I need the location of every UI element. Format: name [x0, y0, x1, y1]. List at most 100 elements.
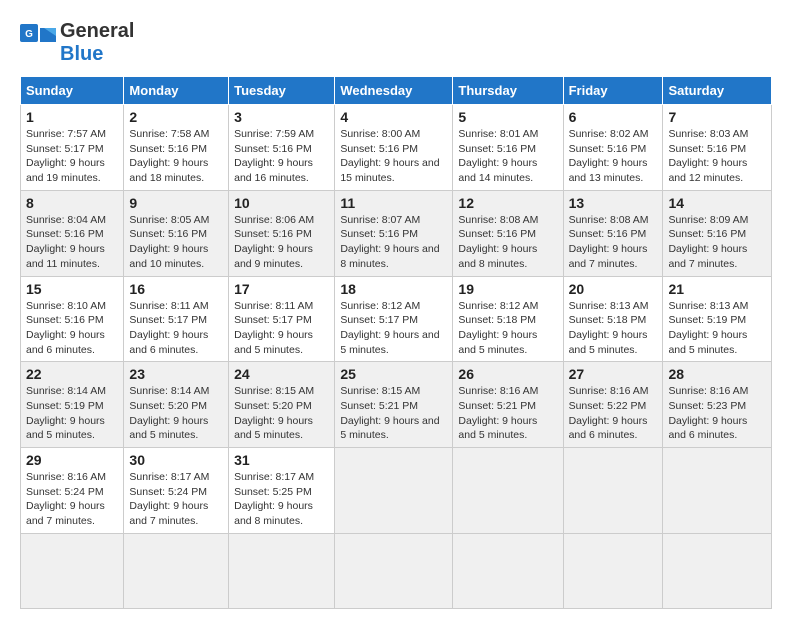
calendar-cell [124, 533, 229, 608]
calendar-cell: 16 Sunrise: 8:11 AM Sunset: 5:17 PM Dayl… [124, 276, 229, 362]
calendar-row: 15 Sunrise: 8:10 AM Sunset: 5:16 PM Dayl… [21, 276, 772, 362]
day-info: Sunrise: 8:09 AM Sunset: 5:16 PM Dayligh… [668, 214, 748, 270]
day-info: Sunrise: 8:16 AM Sunset: 5:23 PM Dayligh… [668, 385, 748, 441]
day-number: 8 [26, 195, 118, 211]
logo-general: General [60, 20, 134, 42]
calendar-cell [453, 533, 563, 608]
day-number: 12 [458, 195, 557, 211]
day-number: 2 [129, 109, 223, 125]
page-header: G General Blue [20, 20, 772, 66]
day-number: 5 [458, 109, 557, 125]
day-info: Sunrise: 8:05 AM Sunset: 5:16 PM Dayligh… [129, 214, 209, 270]
calendar-cell: 11 Sunrise: 8:07 AM Sunset: 5:16 PM Dayl… [335, 190, 453, 276]
day-info: Sunrise: 8:13 AM Sunset: 5:19 PM Dayligh… [668, 300, 748, 356]
day-number: 26 [458, 366, 557, 382]
day-info: Sunrise: 8:02 AM Sunset: 5:16 PM Dayligh… [569, 128, 649, 184]
day-info: Sunrise: 8:16 AM Sunset: 5:24 PM Dayligh… [26, 471, 106, 527]
day-number: 19 [458, 281, 557, 297]
day-number: 1 [26, 109, 118, 125]
day-info: Sunrise: 8:03 AM Sunset: 5:16 PM Dayligh… [668, 128, 748, 184]
logo-blue: Blue [60, 43, 103, 65]
day-number: 9 [129, 195, 223, 211]
col-wednesday: Wednesday [335, 77, 453, 105]
calendar-cell [563, 448, 663, 534]
calendar-cell: 14 Sunrise: 8:09 AM Sunset: 5:16 PM Dayl… [663, 190, 772, 276]
calendar-cell: 25 Sunrise: 8:15 AM Sunset: 5:21 PM Dayl… [335, 362, 453, 448]
calendar-cell: 27 Sunrise: 8:16 AM Sunset: 5:22 PM Dayl… [563, 362, 663, 448]
calendar-cell [563, 533, 663, 608]
day-info: Sunrise: 8:07 AM Sunset: 5:16 PM Dayligh… [340, 214, 439, 270]
calendar-row: 1 Sunrise: 7:57 AM Sunset: 5:17 PM Dayli… [21, 105, 772, 191]
day-number: 22 [26, 366, 118, 382]
day-number: 21 [668, 281, 766, 297]
day-info: Sunrise: 8:11 AM Sunset: 5:17 PM Dayligh… [129, 300, 208, 356]
day-info: Sunrise: 8:16 AM Sunset: 5:22 PM Dayligh… [569, 385, 649, 441]
calendar-cell: 21 Sunrise: 8:13 AM Sunset: 5:19 PM Dayl… [663, 276, 772, 362]
calendar-cell [21, 533, 124, 608]
calendar-cell: 6 Sunrise: 8:02 AM Sunset: 5:16 PM Dayli… [563, 105, 663, 191]
day-info: Sunrise: 8:12 AM Sunset: 5:17 PM Dayligh… [340, 300, 439, 356]
day-number: 16 [129, 281, 223, 297]
day-number: 24 [234, 366, 329, 382]
calendar-cell: 17 Sunrise: 8:11 AM Sunset: 5:17 PM Dayl… [229, 276, 335, 362]
day-number: 6 [569, 109, 658, 125]
day-number: 29 [26, 452, 118, 468]
day-info: Sunrise: 8:10 AM Sunset: 5:16 PM Dayligh… [26, 300, 106, 356]
day-info: Sunrise: 7:59 AM Sunset: 5:16 PM Dayligh… [234, 128, 314, 184]
day-number: 28 [668, 366, 766, 382]
col-friday: Friday [563, 77, 663, 105]
day-info: Sunrise: 8:01 AM Sunset: 5:16 PM Dayligh… [458, 128, 538, 184]
day-info: Sunrise: 8:11 AM Sunset: 5:17 PM Dayligh… [234, 300, 313, 356]
calendar-cell: 8 Sunrise: 8:04 AM Sunset: 5:16 PM Dayli… [21, 190, 124, 276]
day-info: Sunrise: 8:04 AM Sunset: 5:16 PM Dayligh… [26, 214, 106, 270]
calendar-cell: 13 Sunrise: 8:08 AM Sunset: 5:16 PM Dayl… [563, 190, 663, 276]
day-info: Sunrise: 7:57 AM Sunset: 5:17 PM Dayligh… [26, 128, 106, 184]
calendar-cell: 12 Sunrise: 8:08 AM Sunset: 5:16 PM Dayl… [453, 190, 563, 276]
calendar-row [21, 533, 772, 608]
col-monday: Monday [124, 77, 229, 105]
day-info: Sunrise: 8:17 AM Sunset: 5:24 PM Dayligh… [129, 471, 209, 527]
calendar-cell: 30 Sunrise: 8:17 AM Sunset: 5:24 PM Dayl… [124, 448, 229, 534]
calendar-cell: 23 Sunrise: 8:14 AM Sunset: 5:20 PM Dayl… [124, 362, 229, 448]
logo-icon: G [20, 24, 58, 62]
day-info: Sunrise: 8:00 AM Sunset: 5:16 PM Dayligh… [340, 128, 439, 184]
calendar-cell: 24 Sunrise: 8:15 AM Sunset: 5:20 PM Dayl… [229, 362, 335, 448]
day-number: 30 [129, 452, 223, 468]
calendar-cell: 1 Sunrise: 7:57 AM Sunset: 5:17 PM Dayli… [21, 105, 124, 191]
day-info: Sunrise: 8:17 AM Sunset: 5:25 PM Dayligh… [234, 471, 314, 527]
calendar-cell: 9 Sunrise: 8:05 AM Sunset: 5:16 PM Dayli… [124, 190, 229, 276]
calendar-cell: 19 Sunrise: 8:12 AM Sunset: 5:18 PM Dayl… [453, 276, 563, 362]
calendar-cell: 31 Sunrise: 8:17 AM Sunset: 5:25 PM Dayl… [229, 448, 335, 534]
day-info: Sunrise: 8:14 AM Sunset: 5:19 PM Dayligh… [26, 385, 106, 441]
calendar-cell: 28 Sunrise: 8:16 AM Sunset: 5:23 PM Dayl… [663, 362, 772, 448]
calendar-cell [453, 448, 563, 534]
day-number: 3 [234, 109, 329, 125]
day-info: Sunrise: 8:16 AM Sunset: 5:21 PM Dayligh… [458, 385, 538, 441]
calendar-cell: 5 Sunrise: 8:01 AM Sunset: 5:16 PM Dayli… [453, 105, 563, 191]
calendar-cell: 26 Sunrise: 8:16 AM Sunset: 5:21 PM Dayl… [453, 362, 563, 448]
col-sunday: Sunday [21, 77, 124, 105]
calendar-cell: 22 Sunrise: 8:14 AM Sunset: 5:19 PM Dayl… [21, 362, 124, 448]
day-number: 14 [668, 195, 766, 211]
svg-text:G: G [25, 29, 33, 40]
col-thursday: Thursday [453, 77, 563, 105]
calendar-cell: 2 Sunrise: 7:58 AM Sunset: 5:16 PM Dayli… [124, 105, 229, 191]
day-number: 25 [340, 366, 447, 382]
calendar-cell: 18 Sunrise: 8:12 AM Sunset: 5:17 PM Dayl… [335, 276, 453, 362]
day-number: 23 [129, 366, 223, 382]
calendar-cell: 15 Sunrise: 8:10 AM Sunset: 5:16 PM Dayl… [21, 276, 124, 362]
day-number: 13 [569, 195, 658, 211]
day-info: Sunrise: 8:08 AM Sunset: 5:16 PM Dayligh… [569, 214, 649, 270]
calendar-cell: 3 Sunrise: 7:59 AM Sunset: 5:16 PM Dayli… [229, 105, 335, 191]
col-tuesday: Tuesday [229, 77, 335, 105]
day-number: 27 [569, 366, 658, 382]
day-info: Sunrise: 8:06 AM Sunset: 5:16 PM Dayligh… [234, 214, 314, 270]
day-number: 11 [340, 195, 447, 211]
calendar-row: 29 Sunrise: 8:16 AM Sunset: 5:24 PM Dayl… [21, 448, 772, 534]
calendar-header-row: Sunday Monday Tuesday Wednesday Thursday… [21, 77, 772, 105]
day-info: Sunrise: 8:12 AM Sunset: 5:18 PM Dayligh… [458, 300, 538, 356]
col-saturday: Saturday [663, 77, 772, 105]
day-info: Sunrise: 8:15 AM Sunset: 5:21 PM Dayligh… [340, 385, 439, 441]
day-number: 15 [26, 281, 118, 297]
calendar-cell: 7 Sunrise: 8:03 AM Sunset: 5:16 PM Dayli… [663, 105, 772, 191]
